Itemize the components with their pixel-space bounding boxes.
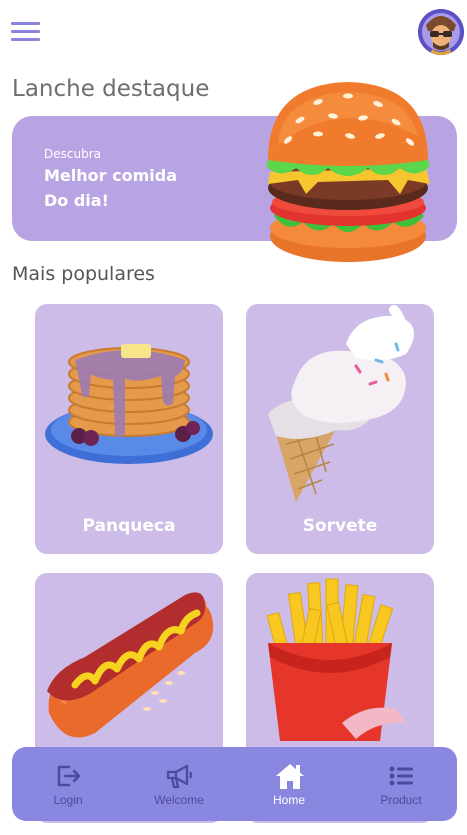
menu-line — [11, 38, 40, 41]
nav-label-home: Home — [272, 793, 305, 807]
burger-image — [266, 82, 430, 262]
featured-headline-line1: Melhor comida — [44, 166, 177, 185]
hamburger-menu-icon[interactable] — [11, 20, 41, 42]
pancakes-image — [45, 344, 213, 464]
menu-line — [11, 30, 40, 33]
nav-item-home[interactable]: Home — [244, 747, 334, 821]
featured-headline-line2: Do dia! — [44, 191, 109, 210]
nav-item-welcome[interactable]: Welcome — [134, 747, 224, 821]
nav-label-login: Login — [53, 793, 83, 807]
fries-image — [266, 578, 406, 741]
avatar[interactable] — [418, 9, 464, 55]
food-card-label: Panqueca — [82, 516, 176, 536]
list-icon — [389, 766, 413, 786]
hot-dog-image — [47, 592, 214, 738]
bottom-navigation: Login Welcome Home Product — [12, 747, 457, 821]
nav-label-product: Product — [380, 793, 422, 807]
popular-title: Mais populares — [12, 263, 155, 285]
featured-title: Lanche destaque — [12, 76, 210, 102]
menu-line — [11, 22, 40, 25]
featured-headline: Melhor comida Do dia! — [44, 163, 244, 213]
nav-label-welcome: Welcome — [154, 793, 204, 807]
home-icon — [276, 764, 304, 789]
food-card-ice-cream[interactable]: Sorvete — [246, 304, 434, 554]
food-card-label: Sorvete — [302, 516, 378, 536]
food-card-pancakes[interactable]: Panqueca — [35, 304, 223, 554]
nav-item-product[interactable]: Product — [356, 747, 446, 821]
megaphone-icon — [166, 764, 193, 789]
avatar-image — [418, 9, 464, 55]
featured-subtitle: Descubra — [44, 147, 101, 161]
ice-cream-image — [268, 305, 414, 502]
login-icon — [57, 765, 81, 787]
nav-item-login[interactable]: Login — [23, 747, 113, 821]
